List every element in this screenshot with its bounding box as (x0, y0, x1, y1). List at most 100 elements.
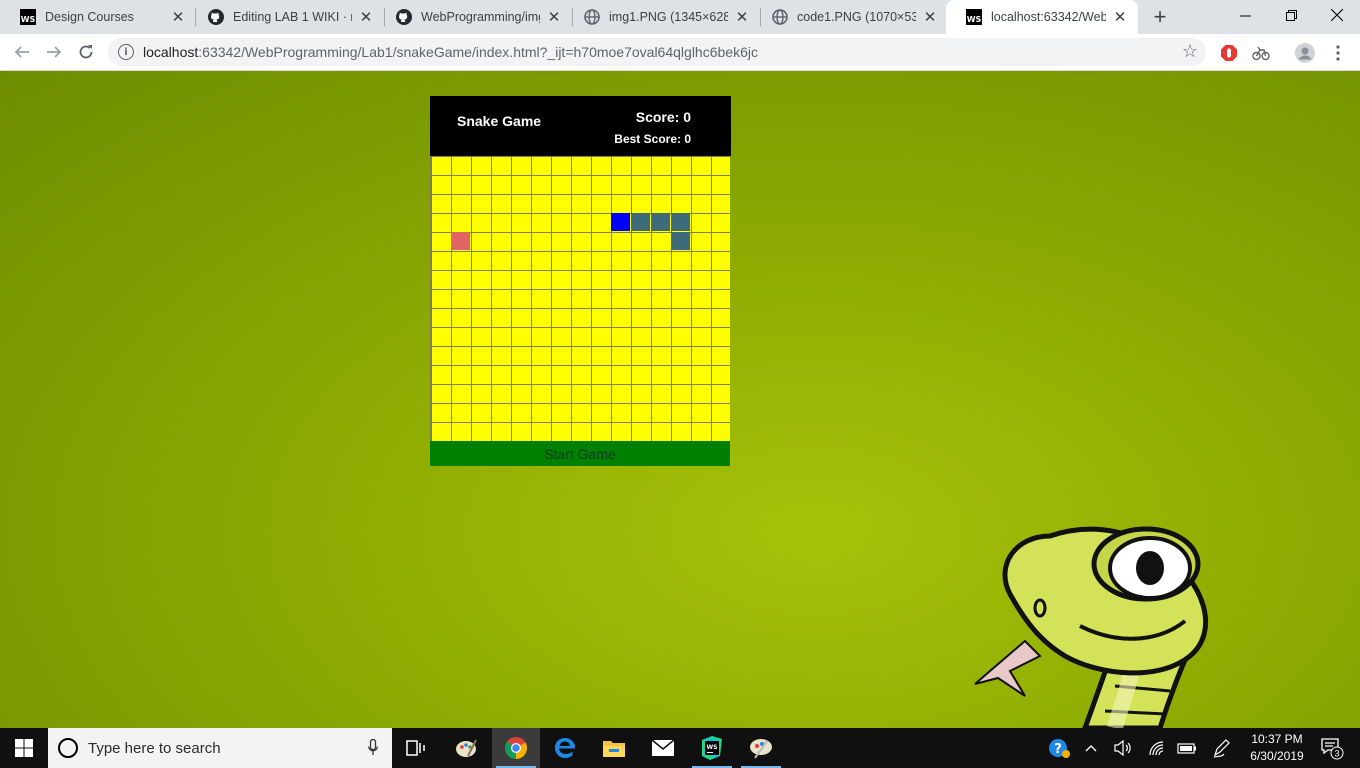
svg-text:WS: WS (707, 744, 718, 751)
info-icon[interactable]: i (118, 44, 134, 60)
task-view-button[interactable] (392, 728, 440, 768)
start-game-button[interactable]: Start Game (544, 446, 616, 462)
tab-webprogramming-img[interactable]: WebProgramming/img ✕ (376, 0, 572, 34)
pen-tray-button[interactable] (1208, 728, 1236, 768)
restore-button[interactable] (1268, 0, 1314, 30)
tab-title: localhost:63342/WebPr (991, 10, 1106, 24)
close-icon (1331, 9, 1343, 21)
tab-title: code1.PNG (1070×536) (797, 10, 916, 24)
food-cell (451, 232, 470, 250)
start-bar[interactable]: Start Game (430, 441, 730, 466)
close-icon[interactable]: ✕ (734, 9, 750, 26)
url-text[interactable]: localhost:63342/WebProgramming/Lab1/snak… (143, 44, 758, 60)
snake-mascot-image (974, 526, 1208, 728)
url-host: localhost (143, 44, 199, 60)
microphone-icon[interactable] (368, 739, 378, 756)
github-icon (208, 9, 224, 25)
taskbar-clock[interactable]: 10:37 PM 6/30/2019 (1242, 731, 1312, 765)
arrow-left-icon (14, 46, 29, 58)
score-label: Score: 0 (635, 109, 691, 125)
close-icon[interactable]: ✕ (358, 9, 374, 26)
svg-text:?: ? (1054, 742, 1062, 757)
game-board (430, 156, 730, 441)
chrome-app-button[interactable] (492, 728, 540, 768)
profile-avatar-icon[interactable] (1295, 43, 1315, 63)
mail-app-button[interactable] (639, 728, 687, 768)
globe-icon (584, 9, 600, 25)
chrome-icon (504, 737, 527, 759)
menu-kebab-icon[interactable] (1328, 43, 1348, 63)
forward-button[interactable] (40, 38, 68, 66)
network-tray-button[interactable] (1144, 728, 1170, 768)
clock-date: 6/30/2019 (1250, 749, 1304, 763)
snake-body-cell (631, 213, 650, 231)
new-tab-button[interactable]: + (1148, 4, 1172, 29)
taskbar-search-box[interactable]: Type here to search (48, 728, 392, 768)
wifi-icon (1149, 741, 1164, 756)
tab-title: Editing LAB 1 WIKI · na (233, 10, 352, 24)
tab-editing-lab-wiki[interactable]: Editing LAB 1 WIKI · na ✕ (188, 0, 384, 34)
best-score-label: Best Score: 0 (614, 132, 691, 146)
close-icon[interactable]: ✕ (170, 9, 186, 26)
volume-tray-button[interactable] (1110, 728, 1136, 768)
clock-time: 10:37 PM (1251, 732, 1303, 746)
windows-logo-icon (15, 739, 33, 757)
windows-taskbar: Type here to search WS ? 10:37 PM 6/30/2… (0, 728, 1360, 768)
paint-icon (456, 739, 477, 757)
snake-head-cell (611, 213, 630, 231)
snake-body-cell (671, 232, 690, 250)
tab-title: WebProgramming/img (421, 10, 540, 24)
minimize-icon (1239, 15, 1251, 16)
tab-img1-png[interactable]: img1.PNG (1345×628) ✕ (564, 0, 760, 34)
paint-app-button[interactable] (442, 728, 490, 768)
pen-icon (1213, 739, 1230, 758)
cycling-extension-icon[interactable] (1251, 43, 1271, 63)
snipping-tool-button[interactable] (737, 728, 785, 768)
close-window-button[interactable] (1314, 0, 1360, 30)
file-explorer-icon (603, 741, 625, 757)
tab-localhost-active[interactable]: WS localhost:63342/WebPr ✕ (946, 0, 1138, 34)
help-icon: ? (1049, 739, 1070, 758)
help-tray-button[interactable]: ? (1044, 728, 1074, 768)
close-icon[interactable]: ✕ (546, 9, 562, 26)
back-button[interactable] (8, 38, 36, 66)
close-icon[interactable]: ✕ (1112, 9, 1128, 26)
edge-icon (555, 738, 576, 758)
webstorm-app-button[interactable]: WS (688, 728, 736, 768)
page-content: Snake Game Score: 0 Best Score: 0 Start … (0, 71, 1360, 728)
chevron-up-icon (1085, 745, 1097, 752)
adblock-extension-icon[interactable] (1219, 43, 1239, 63)
tab-code1-png[interactable]: code1.PNG (1070×536) ✕ (752, 0, 948, 34)
game-header: Snake Game Score: 0 Best Score: 0 (430, 96, 731, 156)
close-icon[interactable]: ✕ (922, 9, 938, 26)
tab-design-courses[interactable]: WS Design Courses ✕ (0, 0, 196, 34)
minimize-button[interactable] (1222, 0, 1268, 30)
tab-title: Design Courses (45, 10, 134, 24)
edge-app-button[interactable] (541, 728, 589, 768)
notifications-icon: 3 (1321, 738, 1344, 760)
mail-icon (651, 739, 675, 756)
reload-button[interactable] (72, 38, 100, 66)
reload-icon (79, 45, 93, 59)
battery-icon (1177, 743, 1196, 754)
globe-icon (772, 9, 788, 25)
notification-count: 3 (1334, 749, 1339, 759)
github-icon (396, 9, 412, 25)
snipping-icon (750, 739, 772, 759)
browser-toolbar: i localhost:63342/WebProgramming/Lab1/sn… (0, 34, 1360, 71)
webstorm-icon: WS (966, 9, 982, 25)
game-title: Snake Game (457, 113, 542, 129)
bookmark-star-icon[interactable]: ☆ (1182, 41, 1198, 62)
snake-body-cell (651, 213, 670, 231)
action-center-button[interactable]: 3 (1318, 728, 1346, 768)
snake-game: Snake Game Score: 0 Best Score: 0 Start … (430, 96, 731, 466)
tab-title: img1.PNG (1345×628) (609, 10, 728, 24)
tab-strip: WS Design Courses ✕ Editing LAB 1 WIKI ·… (0, 0, 1360, 34)
restore-icon (1285, 9, 1297, 21)
address-bar[interactable]: i localhost:63342/WebProgramming/Lab1/sn… (108, 38, 1206, 66)
show-hidden-icons-button[interactable] (1080, 728, 1102, 768)
battery-tray-button[interactable] (1174, 728, 1200, 768)
webstorm-icon: WS (702, 736, 722, 760)
file-explorer-button[interactable] (590, 728, 638, 768)
start-button[interactable] (0, 728, 48, 768)
